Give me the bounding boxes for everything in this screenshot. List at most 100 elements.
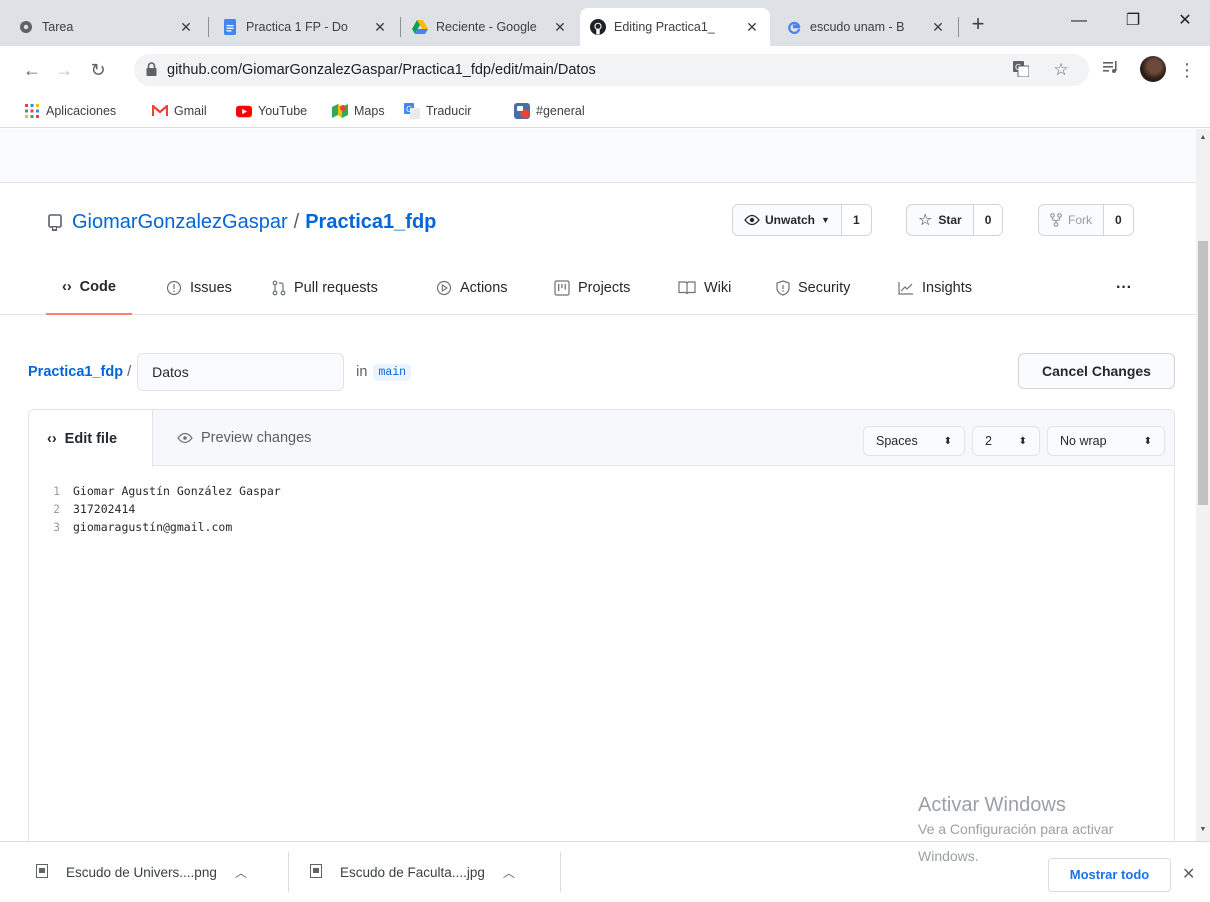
fork-label: Fork — [1068, 213, 1092, 227]
scrollbar-thumb[interactable] — [1198, 241, 1208, 505]
bookmark-general[interactable]: #general — [514, 101, 585, 121]
chevron-up-icon[interactable]: ︿ — [235, 864, 247, 881]
bookmark-gmail[interactable]: Gmail — [152, 101, 207, 121]
translate-icon[interactable]: G — [1012, 61, 1030, 79]
tab-security[interactable]: Security — [776, 261, 850, 315]
tab-actions[interactable]: Actions — [436, 261, 508, 315]
star-label: Star — [938, 213, 962, 227]
download-item[interactable]: Escudo de Faculta....jpg ︿ — [310, 842, 515, 902]
minimize-button[interactable]: — — [1056, 6, 1102, 36]
tab-wiki[interactable]: Wiki — [678, 261, 731, 315]
filename-input[interactable] — [137, 353, 345, 391]
cancel-changes-button[interactable]: Cancel Changes — [1018, 353, 1175, 389]
bookmark-maps[interactable]: Maps — [332, 101, 385, 121]
indent-size-select[interactable]: 2 ⬍ — [972, 426, 1040, 456]
repo-nav: ‹› Code Issues Pull requests Actions Pro… — [0, 261, 1196, 315]
bookmark-star-icon[interactable]: ☆ — [1052, 61, 1070, 79]
breadcrumb-repo-link[interactable]: Practica1_fdp — [28, 364, 123, 380]
tab-code[interactable]: ‹› Code — [46, 261, 132, 315]
pull-request-icon — [272, 280, 286, 296]
star-button[interactable]: ☆ Star 0 — [906, 204, 1004, 236]
close-icon[interactable]: ✕ — [1182, 864, 1195, 884]
chat-app-icon — [514, 103, 530, 119]
tab-preview-changes[interactable]: Preview changes — [177, 410, 311, 466]
fork-count[interactable]: 0 — [1103, 205, 1133, 235]
media-playlist-icon[interactable] — [1100, 59, 1122, 81]
browser-tab-google-search[interactable]: escudo unam - B ✕ — [776, 8, 956, 46]
updown-caret-icon: ⬍ — [1018, 435, 1027, 447]
download-filename: Escudo de Univers....png — [66, 864, 217, 880]
bookmark-label: Maps — [354, 104, 385, 118]
branch-badge: main — [373, 363, 412, 381]
tab-title: Practica 1 FP - Do — [246, 20, 348, 34]
tab-title: Editing Practica1_ — [614, 20, 715, 34]
address-bar[interactable]: github.com/GiomarGonzalezGaspar/Practica… — [134, 54, 1089, 86]
file-breadcrumb: Practica1_fdp / in main — [28, 353, 412, 391]
restore-button[interactable]: ❐ — [1110, 6, 1156, 36]
bookmark-traducir[interactable]: G Traducir — [404, 101, 471, 121]
reload-icon[interactable]: ↻ — [84, 56, 112, 84]
bookmark-label: Aplicaciones — [46, 104, 117, 118]
project-board-icon — [554, 280, 570, 296]
close-icon[interactable]: ✕ — [372, 19, 388, 35]
repo-name-link[interactable]: Practica1_fdp — [305, 211, 436, 234]
code-line: 3 giomaragustín@gmail.com — [29, 518, 1174, 536]
star-icon: ☆ — [918, 212, 933, 229]
tab-edit-file[interactable]: ‹› Edit file — [29, 410, 153, 467]
close-icon[interactable]: ✕ — [178, 19, 194, 35]
line-number: 1 — [53, 484, 60, 498]
tab-pull-requests[interactable]: Pull requests — [272, 261, 378, 315]
chevron-up-icon[interactable]: ︿ — [503, 864, 515, 881]
tab-label: Security — [798, 280, 851, 296]
line-text[interactable]: Giomar Agustín González Gaspar — [73, 484, 281, 498]
bookmarks-bar: Aplicaciones Gmail YouTube Maps G Traduc… — [0, 94, 1210, 128]
bookmark-apps[interactable]: Aplicaciones — [24, 101, 116, 121]
close-icon[interactable]: ✕ — [744, 19, 760, 35]
more-menu-button[interactable]: ··· — [1116, 261, 1132, 315]
line-text[interactable]: giomaragustín@gmail.com — [73, 520, 232, 534]
kebab-menu-icon[interactable]: ⋮ — [1176, 59, 1198, 81]
browser-tab-github-active[interactable]: Editing Practica1_ ✕ — [580, 8, 770, 46]
back-arrow-icon[interactable]: ← — [18, 56, 46, 84]
page-scrollbar[interactable]: ▲ ▼ — [1196, 129, 1210, 841]
code-line: 1 Giomar Agustín González Gaspar — [29, 482, 1174, 500]
browser-tab-strip: Tarea ✕ Practica 1 FP - Do ✕ Reciente - … — [0, 0, 1210, 46]
bookmark-label: Gmail — [174, 104, 207, 118]
close-icon[interactable]: ✕ — [930, 19, 946, 35]
wrap-mode-select[interactable]: No wrap ⬍ — [1047, 426, 1165, 456]
browser-tab-tarea[interactable]: Tarea ✕ — [8, 8, 204, 46]
close-icon[interactable]: ✕ — [552, 19, 568, 35]
updown-caret-icon: ⬍ — [1143, 435, 1152, 447]
show-all-downloads-button[interactable]: Mostrar todo — [1048, 858, 1171, 892]
download-item[interactable]: Escudo de Univers....png ︿ — [36, 842, 247, 902]
indent-mode-select[interactable]: Spaces ⬍ — [863, 426, 965, 456]
tab-issues[interactable]: Issues — [166, 261, 232, 315]
scroll-up-arrow-icon[interactable]: ▲ — [1196, 131, 1210, 145]
repo-owner-link[interactable]: GiomarGonzalezGaspar — [72, 211, 288, 234]
code-area[interactable]: 1 Giomar Agustín González Gaspar 2 31720… — [29, 467, 1174, 536]
unwatch-button[interactable]: Unwatch ▼ 1 — [732, 204, 872, 236]
tab-label: Edit file — [64, 430, 118, 447]
scroll-down-arrow-icon[interactable]: ▼ — [1196, 823, 1210, 837]
star-count[interactable]: 0 — [972, 205, 1003, 235]
file-editor: ‹› Edit file Preview changes Spaces ⬍ 2 … — [28, 409, 1175, 841]
tab-label: Insights — [922, 280, 972, 296]
tab-label: Issues — [190, 280, 232, 296]
tab-label: Code — [79, 279, 116, 295]
select-value: Spaces — [876, 434, 918, 448]
new-tab-button[interactable]: + — [964, 11, 992, 39]
tab-projects[interactable]: Projects — [554, 261, 630, 315]
tab-label: Wiki — [704, 280, 732, 296]
fork-button[interactable]: Fork 0 — [1038, 204, 1134, 236]
forward-arrow-icon[interactable]: → — [50, 56, 78, 84]
line-text[interactable]: 317202414 — [73, 502, 135, 516]
download-filename: Escudo de Faculta....jpg — [340, 864, 485, 880]
browser-tab-practica-doc[interactable]: Practica 1 FP - Do ✕ — [212, 8, 398, 46]
window-close-button[interactable]: ✕ — [1162, 6, 1208, 36]
avatar[interactable] — [1140, 56, 1166, 82]
tab-insights[interactable]: Insights — [898, 261, 972, 315]
code-line: 2 317202414 — [29, 500, 1174, 518]
browser-tab-drive[interactable]: Reciente - Google ✕ — [402, 8, 578, 46]
bookmark-youtube[interactable]: YouTube — [236, 101, 307, 121]
watch-count[interactable]: 1 — [840, 205, 871, 235]
